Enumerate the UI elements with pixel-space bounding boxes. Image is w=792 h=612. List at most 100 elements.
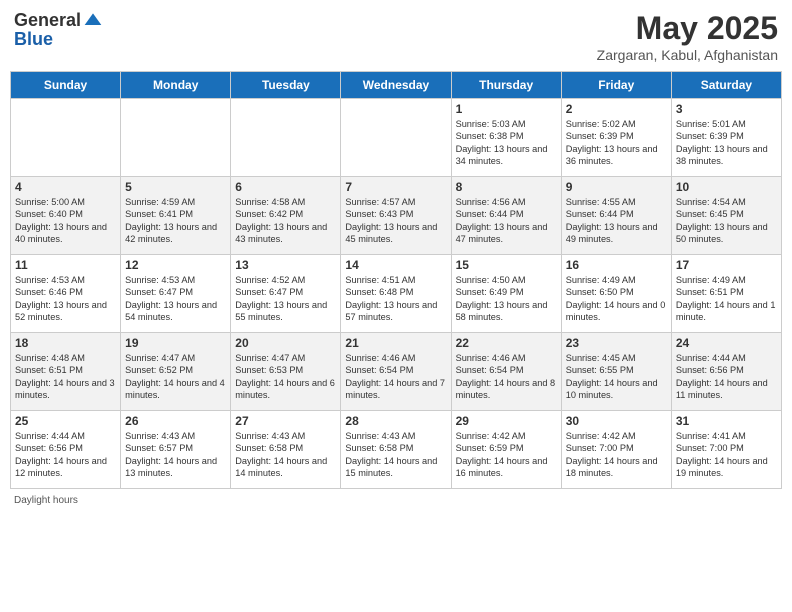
page-header: General Blue May 2025 Zargaran, Kabul, A… xyxy=(10,10,782,63)
date-number: 15 xyxy=(456,258,557,272)
day-header-thursday: Thursday xyxy=(451,72,561,99)
calendar-cell xyxy=(231,99,341,177)
date-number: 10 xyxy=(676,180,777,194)
cell-info: Sunrise: 4:56 AMSunset: 6:44 PMDaylight:… xyxy=(456,196,557,246)
date-number: 14 xyxy=(345,258,446,272)
cell-info: Sunrise: 4:52 AMSunset: 6:47 PMDaylight:… xyxy=(235,274,336,324)
calendar-location: Zargaran, Kabul, Afghanistan xyxy=(597,47,778,63)
calendar-title: May 2025 xyxy=(597,10,778,47)
date-number: 5 xyxy=(125,180,226,194)
date-number: 17 xyxy=(676,258,777,272)
title-block: May 2025 Zargaran, Kabul, Afghanistan xyxy=(597,10,778,63)
date-number: 8 xyxy=(456,180,557,194)
calendar-cell: 3 Sunrise: 5:01 AMSunset: 6:39 PMDayligh… xyxy=(671,99,781,177)
calendar-cell: 16 Sunrise: 4:49 AMSunset: 6:50 PMDaylig… xyxy=(561,255,671,333)
cell-info: Sunrise: 4:55 AMSunset: 6:44 PMDaylight:… xyxy=(566,196,667,246)
calendar-cell: 27 Sunrise: 4:43 AMSunset: 6:58 PMDaylig… xyxy=(231,411,341,489)
day-header-row: SundayMondayTuesdayWednesdayThursdayFrid… xyxy=(11,72,782,99)
cell-info: Sunrise: 4:47 AMSunset: 6:53 PMDaylight:… xyxy=(235,352,336,402)
cell-info: Sunrise: 4:48 AMSunset: 6:51 PMDaylight:… xyxy=(15,352,116,402)
calendar-cell: 29 Sunrise: 4:42 AMSunset: 6:59 PMDaylig… xyxy=(451,411,561,489)
date-number: 23 xyxy=(566,336,667,350)
calendar-cell: 15 Sunrise: 4:50 AMSunset: 6:49 PMDaylig… xyxy=(451,255,561,333)
calendar-cell: 2 Sunrise: 5:02 AMSunset: 6:39 PMDayligh… xyxy=(561,99,671,177)
day-header-monday: Monday xyxy=(121,72,231,99)
cell-info: Sunrise: 4:47 AMSunset: 6:52 PMDaylight:… xyxy=(125,352,226,402)
cell-info: Sunrise: 4:43 AMSunset: 6:58 PMDaylight:… xyxy=(235,430,336,480)
calendar-cell: 24 Sunrise: 4:44 AMSunset: 6:56 PMDaylig… xyxy=(671,333,781,411)
cell-info: Sunrise: 4:43 AMSunset: 6:57 PMDaylight:… xyxy=(125,430,226,480)
calendar-cell: 30 Sunrise: 4:42 AMSunset: 7:00 PMDaylig… xyxy=(561,411,671,489)
date-number: 31 xyxy=(676,414,777,428)
calendar-cell: 11 Sunrise: 4:53 AMSunset: 6:46 PMDaylig… xyxy=(11,255,121,333)
cell-info: Sunrise: 4:49 AMSunset: 6:50 PMDaylight:… xyxy=(566,274,667,324)
cell-info: Sunrise: 4:44 AMSunset: 6:56 PMDaylight:… xyxy=(15,430,116,480)
calendar-cell: 22 Sunrise: 4:46 AMSunset: 6:54 PMDaylig… xyxy=(451,333,561,411)
date-number: 9 xyxy=(566,180,667,194)
week-row-5: 25 Sunrise: 4:44 AMSunset: 6:56 PMDaylig… xyxy=(11,411,782,489)
calendar-cell: 10 Sunrise: 4:54 AMSunset: 6:45 PMDaylig… xyxy=(671,177,781,255)
calendar-cell: 20 Sunrise: 4:47 AMSunset: 6:53 PMDaylig… xyxy=(231,333,341,411)
day-header-sunday: Sunday xyxy=(11,72,121,99)
logo-general: General xyxy=(14,11,81,29)
cell-info: Sunrise: 4:42 AMSunset: 7:00 PMDaylight:… xyxy=(566,430,667,480)
calendar-cell xyxy=(121,99,231,177)
cell-info: Sunrise: 4:59 AMSunset: 6:41 PMDaylight:… xyxy=(125,196,226,246)
date-number: 2 xyxy=(566,102,667,116)
cell-info: Sunrise: 5:01 AMSunset: 6:39 PMDaylight:… xyxy=(676,118,777,168)
calendar-cell: 31 Sunrise: 4:41 AMSunset: 7:00 PMDaylig… xyxy=(671,411,781,489)
cell-info: Sunrise: 4:42 AMSunset: 6:59 PMDaylight:… xyxy=(456,430,557,480)
cell-info: Sunrise: 4:58 AMSunset: 6:42 PMDaylight:… xyxy=(235,196,336,246)
footer-note: Daylight hours xyxy=(10,495,782,506)
date-number: 26 xyxy=(125,414,226,428)
calendar-cell: 12 Sunrise: 4:53 AMSunset: 6:47 PMDaylig… xyxy=(121,255,231,333)
date-number: 25 xyxy=(15,414,116,428)
calendar-cell: 1 Sunrise: 5:03 AMSunset: 6:38 PMDayligh… xyxy=(451,99,561,177)
cell-info: Sunrise: 4:44 AMSunset: 6:56 PMDaylight:… xyxy=(676,352,777,402)
cell-info: Sunrise: 4:46 AMSunset: 6:54 PMDaylight:… xyxy=(456,352,557,402)
calendar-cell: 5 Sunrise: 4:59 AMSunset: 6:41 PMDayligh… xyxy=(121,177,231,255)
cell-info: Sunrise: 4:50 AMSunset: 6:49 PMDaylight:… xyxy=(456,274,557,324)
cell-info: Sunrise: 5:00 AMSunset: 6:40 PMDaylight:… xyxy=(15,196,116,246)
cell-info: Sunrise: 5:02 AMSunset: 6:39 PMDaylight:… xyxy=(566,118,667,168)
date-number: 24 xyxy=(676,336,777,350)
date-number: 19 xyxy=(125,336,226,350)
date-number: 13 xyxy=(235,258,336,272)
calendar-cell: 6 Sunrise: 4:58 AMSunset: 6:42 PMDayligh… xyxy=(231,177,341,255)
date-number: 6 xyxy=(235,180,336,194)
date-number: 12 xyxy=(125,258,226,272)
logo-blue: Blue xyxy=(14,29,53,49)
day-header-wednesday: Wednesday xyxy=(341,72,451,99)
date-number: 7 xyxy=(345,180,446,194)
day-header-saturday: Saturday xyxy=(671,72,781,99)
calendar-cell xyxy=(11,99,121,177)
date-number: 21 xyxy=(345,336,446,350)
calendar-cell: 21 Sunrise: 4:46 AMSunset: 6:54 PMDaylig… xyxy=(341,333,451,411)
calendar-cell: 18 Sunrise: 4:48 AMSunset: 6:51 PMDaylig… xyxy=(11,333,121,411)
week-row-1: 1 Sunrise: 5:03 AMSunset: 6:38 PMDayligh… xyxy=(11,99,782,177)
cell-info: Sunrise: 4:41 AMSunset: 7:00 PMDaylight:… xyxy=(676,430,777,480)
date-number: 28 xyxy=(345,414,446,428)
calendar-cell: 23 Sunrise: 4:45 AMSunset: 6:55 PMDaylig… xyxy=(561,333,671,411)
calendar-cell: 8 Sunrise: 4:56 AMSunset: 6:44 PMDayligh… xyxy=(451,177,561,255)
cell-info: Sunrise: 4:57 AMSunset: 6:43 PMDaylight:… xyxy=(345,196,446,246)
calendar-cell: 4 Sunrise: 5:00 AMSunset: 6:40 PMDayligh… xyxy=(11,177,121,255)
calendar-cell: 25 Sunrise: 4:44 AMSunset: 6:56 PMDaylig… xyxy=(11,411,121,489)
cell-info: Sunrise: 4:45 AMSunset: 6:55 PMDaylight:… xyxy=(566,352,667,402)
calendar-cell: 17 Sunrise: 4:49 AMSunset: 6:51 PMDaylig… xyxy=(671,255,781,333)
date-number: 18 xyxy=(15,336,116,350)
date-number: 22 xyxy=(456,336,557,350)
day-header-tuesday: Tuesday xyxy=(231,72,341,99)
date-number: 3 xyxy=(676,102,777,116)
calendar-cell: 9 Sunrise: 4:55 AMSunset: 6:44 PMDayligh… xyxy=(561,177,671,255)
calendar-cell: 13 Sunrise: 4:52 AMSunset: 6:47 PMDaylig… xyxy=(231,255,341,333)
cell-info: Sunrise: 4:53 AMSunset: 6:46 PMDaylight:… xyxy=(15,274,116,324)
logo-icon xyxy=(83,10,103,30)
calendar-cell: 7 Sunrise: 4:57 AMSunset: 6:43 PMDayligh… xyxy=(341,177,451,255)
week-row-4: 18 Sunrise: 4:48 AMSunset: 6:51 PMDaylig… xyxy=(11,333,782,411)
cell-info: Sunrise: 4:51 AMSunset: 6:48 PMDaylight:… xyxy=(345,274,446,324)
date-number: 11 xyxy=(15,258,116,272)
date-number: 29 xyxy=(456,414,557,428)
cell-info: Sunrise: 4:53 AMSunset: 6:47 PMDaylight:… xyxy=(125,274,226,324)
cell-info: Sunrise: 4:43 AMSunset: 6:58 PMDaylight:… xyxy=(345,430,446,480)
